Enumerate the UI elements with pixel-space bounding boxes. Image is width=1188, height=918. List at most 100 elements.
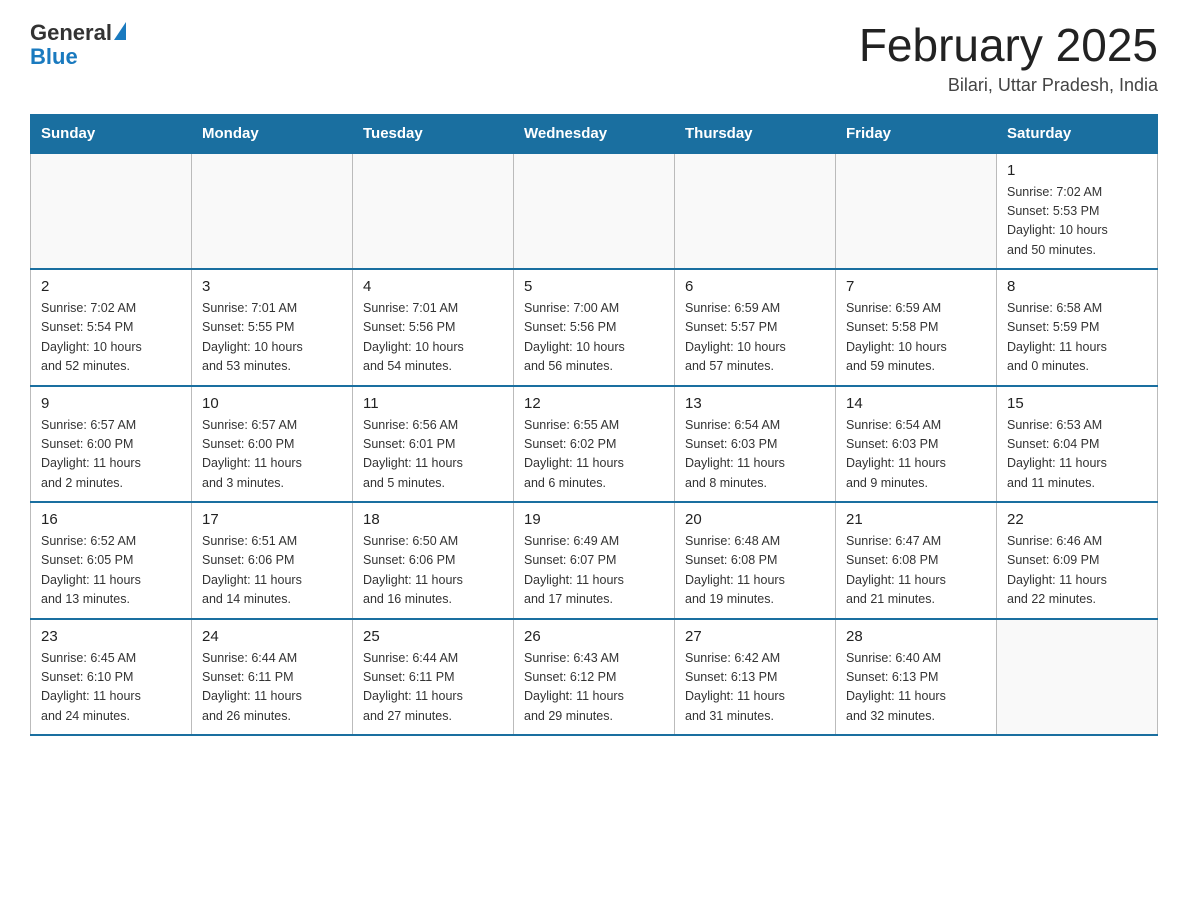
calendar-cell: 21 Sunrise: 6:47 AMSunset: 6:08 PMDayligh… <box>836 502 997 619</box>
calendar-cell: 7 Sunrise: 6:59 AMSunset: 5:58 PMDaylight… <box>836 269 997 386</box>
day-info: Sunrise: 7:00 AMSunset: 5:56 PMDaylight:… <box>524 299 664 377</box>
calendar-cell: 8 Sunrise: 6:58 AMSunset: 5:59 PMDaylight… <box>997 269 1158 386</box>
page-header: General Blue February 2025 Bilari, Uttar… <box>30 20 1158 96</box>
day-number: 22 <box>1007 511 1147 528</box>
day-number: 25 <box>363 628 503 645</box>
day-info: Sunrise: 6:47 AMSunset: 6:08 PMDaylight:… <box>846 532 986 610</box>
calendar-cell <box>353 153 514 270</box>
day-number: 4 <box>363 278 503 295</box>
day-number: 6 <box>685 278 825 295</box>
day-number: 26 <box>524 628 664 645</box>
title-section: February 2025 Bilari, Uttar Pradesh, Ind… <box>859 20 1158 96</box>
day-info: Sunrise: 6:57 AMSunset: 6:00 PMDaylight:… <box>41 416 181 494</box>
day-number: 24 <box>202 628 342 645</box>
calendar-cell: 14 Sunrise: 6:54 AMSunset: 6:03 PMDayligh… <box>836 386 997 503</box>
day-info: Sunrise: 7:02 AMSunset: 5:54 PMDaylight:… <box>41 299 181 377</box>
day-number: 14 <box>846 395 986 412</box>
day-info: Sunrise: 6:43 AMSunset: 6:12 PMDaylight:… <box>524 649 664 727</box>
weekday-header-saturday: Saturday <box>997 114 1158 153</box>
logo-blue-text: Blue <box>30 44 78 70</box>
week-row-4: 16Sunrise: 6:52 AMSunset: 6:05 PMDayligh… <box>31 502 1158 619</box>
calendar-cell: 1Sunrise: 7:02 AMSunset: 5:53 PMDaylight… <box>997 153 1158 270</box>
day-number: 21 <box>846 511 986 528</box>
calendar-cell: 24Sunrise: 6:44 AMSunset: 6:11 PMDayligh… <box>192 619 353 736</box>
day-number: 19 <box>524 511 664 528</box>
calendar-cell: 23Sunrise: 6:45 AMSunset: 6:10 PMDayligh… <box>31 619 192 736</box>
day-info: Sunrise: 6:56 AMSunset: 6:01 PMDaylight:… <box>363 416 503 494</box>
day-info: Sunrise: 6:48 AMSunset: 6:08 PMDaylight:… <box>685 532 825 610</box>
day-info: Sunrise: 6:44 AMSunset: 6:11 PMDaylight:… <box>363 649 503 727</box>
calendar-cell <box>836 153 997 270</box>
day-number: 28 <box>846 628 986 645</box>
weekday-header-row: SundayMondayTuesdayWednesdayThursdayFrid… <box>31 114 1158 153</box>
day-number: 13 <box>685 395 825 412</box>
weekday-header-monday: Monday <box>192 114 353 153</box>
weekday-header-sunday: Sunday <box>31 114 192 153</box>
calendar-cell: 12Sunrise: 6:55 AMSunset: 6:02 PMDayligh… <box>514 386 675 503</box>
day-info: Sunrise: 6:50 AMSunset: 6:06 PMDaylight:… <box>363 532 503 610</box>
week-row-2: 2 Sunrise: 7:02 AMSunset: 5:54 PMDaylight… <box>31 269 1158 386</box>
calendar-cell: 6 Sunrise: 6:59 AMSunset: 5:57 PMDaylight… <box>675 269 836 386</box>
day-info: Sunrise: 6:59 AMSunset: 5:58 PMDaylight:… <box>846 299 986 377</box>
day-info: Sunrise: 6:59 AMSunset: 5:57 PMDaylight:… <box>685 299 825 377</box>
day-info: Sunrise: 6:46 AMSunset: 6:09 PMDaylight:… <box>1007 532 1147 610</box>
calendar-cell: 18 Sunrise: 6:50 AMSunset: 6:06 PMDayligh… <box>353 502 514 619</box>
calendar-cell: 13 Sunrise: 6:54 AMSunset: 6:03 PMDayligh… <box>675 386 836 503</box>
calendar-cell: 10Sunrise: 6:57 AMSunset: 6:00 PMDayligh… <box>192 386 353 503</box>
calendar-cell: 11 Sunrise: 6:56 AMSunset: 6:01 PMDayligh… <box>353 386 514 503</box>
calendar-cell: 25 Sunrise: 6:44 AMSunset: 6:11 PMDayligh… <box>353 619 514 736</box>
day-number: 11 <box>363 395 503 412</box>
day-number: 16 <box>41 511 181 528</box>
calendar-table: SundayMondayTuesdayWednesdayThursdayFrid… <box>30 114 1158 737</box>
day-number: 20 <box>685 511 825 528</box>
calendar-cell: 16Sunrise: 6:52 AMSunset: 6:05 PMDayligh… <box>31 502 192 619</box>
day-info: Sunrise: 7:01 AMSunset: 5:56 PMDaylight:… <box>363 299 503 377</box>
calendar-cell: 22 Sunrise: 6:46 AMSunset: 6:09 PMDayligh… <box>997 502 1158 619</box>
calendar-cell: 26 Sunrise: 6:43 AMSunset: 6:12 PMDayligh… <box>514 619 675 736</box>
week-row-3: 9 Sunrise: 6:57 AMSunset: 6:00 PMDaylight… <box>31 386 1158 503</box>
calendar-cell <box>192 153 353 270</box>
day-number: 23 <box>41 628 181 645</box>
calendar-cell: 15 Sunrise: 6:53 AMSunset: 6:04 PMDayligh… <box>997 386 1158 503</box>
page-subtitle: Bilari, Uttar Pradesh, India <box>859 75 1158 96</box>
day-info: Sunrise: 7:01 AMSunset: 5:55 PMDaylight:… <box>202 299 342 377</box>
day-number: 7 <box>846 278 986 295</box>
day-number: 12 <box>524 395 664 412</box>
day-info: Sunrise: 6:42 AMSunset: 6:13 PMDaylight:… <box>685 649 825 727</box>
weekday-header-tuesday: Tuesday <box>353 114 514 153</box>
week-row-1: 1Sunrise: 7:02 AMSunset: 5:53 PMDaylight… <box>31 153 1158 270</box>
day-number: 10 <box>202 395 342 412</box>
day-number: 15 <box>1007 395 1147 412</box>
day-number: 9 <box>41 395 181 412</box>
calendar-cell: 19 Sunrise: 6:49 AMSunset: 6:07 PMDayligh… <box>514 502 675 619</box>
logo-general-text: General <box>30 20 112 46</box>
calendar-cell: 2 Sunrise: 7:02 AMSunset: 5:54 PMDaylight… <box>31 269 192 386</box>
week-row-5: 23Sunrise: 6:45 AMSunset: 6:10 PMDayligh… <box>31 619 1158 736</box>
calendar-cell: 17Sunrise: 6:51 AMSunset: 6:06 PMDayligh… <box>192 502 353 619</box>
day-number: 3 <box>202 278 342 295</box>
day-number: 18 <box>363 511 503 528</box>
day-info: Sunrise: 6:40 AMSunset: 6:13 PMDaylight:… <box>846 649 986 727</box>
day-number: 17 <box>202 511 342 528</box>
calendar-cell: 3 Sunrise: 7:01 AMSunset: 5:55 PMDaylight… <box>192 269 353 386</box>
calendar-cell: 28 Sunrise: 6:40 AMSunset: 6:13 PMDayligh… <box>836 619 997 736</box>
day-info: Sunrise: 6:53 AMSunset: 6:04 PMDaylight:… <box>1007 416 1147 494</box>
day-number: 27 <box>685 628 825 645</box>
day-info: Sunrise: 6:58 AMSunset: 5:59 PMDaylight:… <box>1007 299 1147 377</box>
day-info: Sunrise: 6:49 AMSunset: 6:07 PMDaylight:… <box>524 532 664 610</box>
day-number: 5 <box>524 278 664 295</box>
calendar-cell: 20 Sunrise: 6:48 AMSunset: 6:08 PMDayligh… <box>675 502 836 619</box>
day-info: Sunrise: 6:54 AMSunset: 6:03 PMDaylight:… <box>846 416 986 494</box>
calendar-cell <box>514 153 675 270</box>
day-number: 2 <box>41 278 181 295</box>
weekday-header-thursday: Thursday <box>675 114 836 153</box>
logo-triangle-icon <box>114 22 126 40</box>
calendar-cell <box>675 153 836 270</box>
weekday-header-wednesday: Wednesday <box>514 114 675 153</box>
calendar-cell: 9 Sunrise: 6:57 AMSunset: 6:00 PMDaylight… <box>31 386 192 503</box>
calendar-cell: 5 Sunrise: 7:00 AMSunset: 5:56 PMDaylight… <box>514 269 675 386</box>
day-number: 8 <box>1007 278 1147 295</box>
logo: General Blue <box>30 20 126 70</box>
day-info: Sunrise: 6:54 AMSunset: 6:03 PMDaylight:… <box>685 416 825 494</box>
day-info: Sunrise: 7:02 AMSunset: 5:53 PMDaylight:… <box>1007 183 1147 261</box>
